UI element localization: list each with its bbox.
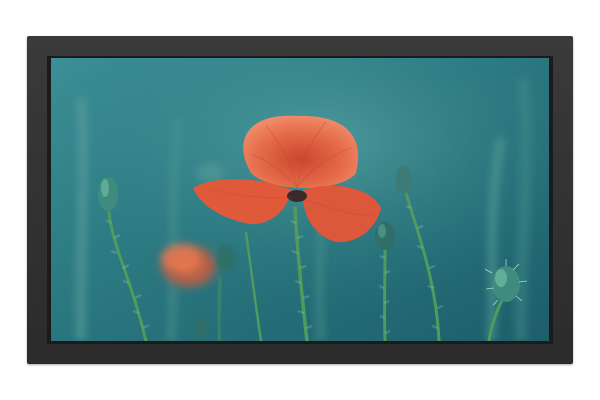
blurred-poppy [155, 240, 223, 292]
product-image-canvas [0, 0, 600, 400]
poppy-photo [51, 58, 549, 341]
display-monitor [27, 36, 573, 364]
monitor-screen [51, 58, 549, 341]
